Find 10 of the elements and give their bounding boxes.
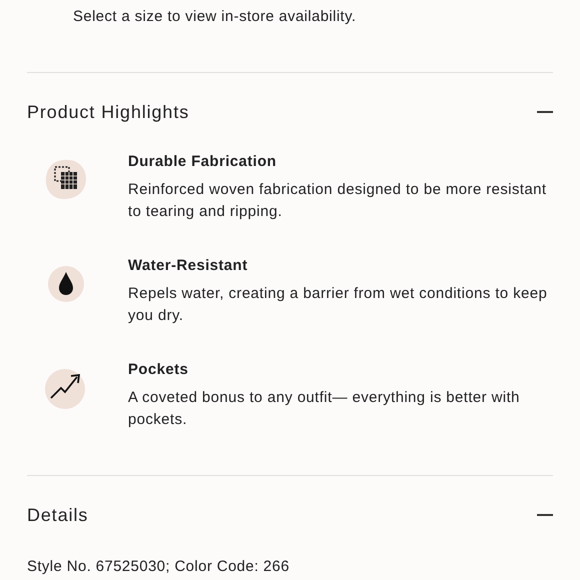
highlight-title: Durable Fabrication: [128, 152, 278, 172]
section-header[interactable]: Product Highlights: [27, 73, 553, 151]
availability-note: Select a size to view in-store availability.: [72, 7, 357, 27]
highlight-description: A coveted bonus to any outfit— everything is better with pockets.: [128, 388, 521, 430]
highlight-description: Reinforced woven fabrication designed to be more resistant to tearing and ripping.: [128, 180, 548, 222]
details-text: Style No. 67525030; Color Code: 266: [27, 558, 290, 576]
highlight-title: Water-Resistant: [128, 256, 249, 276]
section-header[interactable]: Details: [27, 476, 553, 554]
highlight-title: Pockets: [128, 360, 190, 380]
highlight-description: Repels water, creating a barrier from wet conditions to keep you dry.: [128, 284, 548, 326]
